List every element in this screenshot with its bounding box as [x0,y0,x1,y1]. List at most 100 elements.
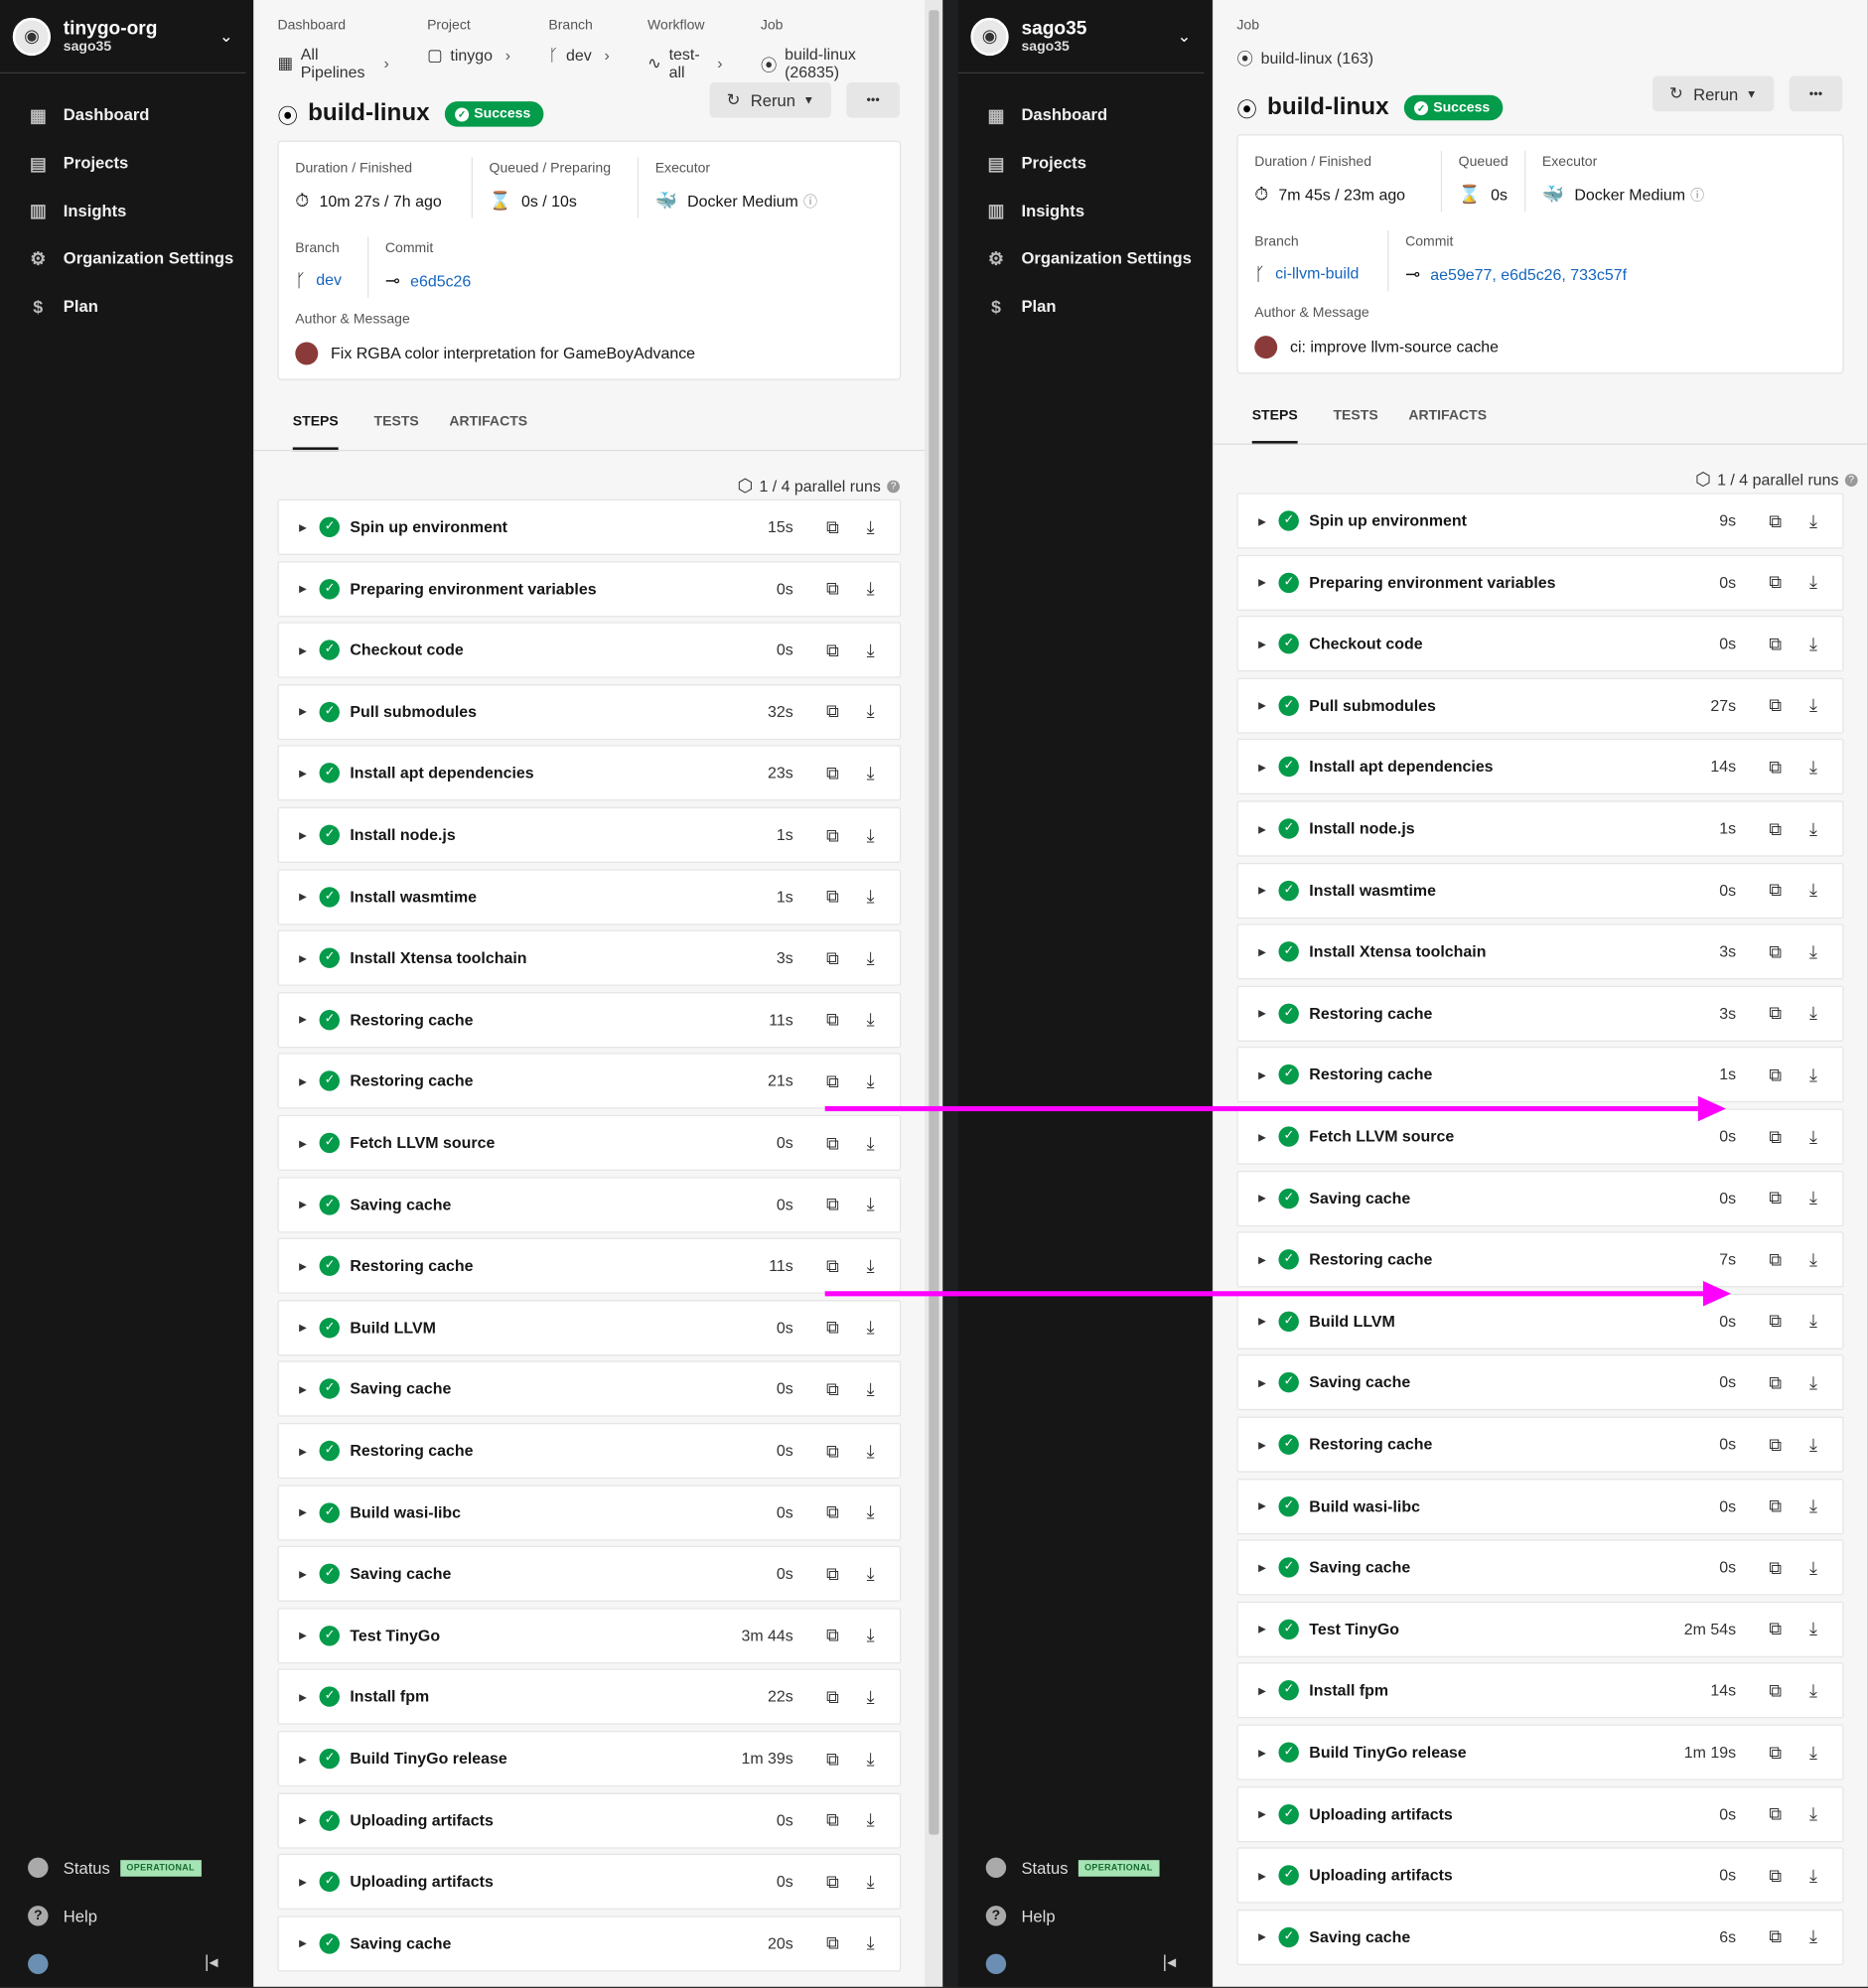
step-row[interactable]: ▶ ✓ Preparing environment variables 0s ⧉ ⤓ [1236,554,1844,611]
expand-caret-icon[interactable]: ▶ [1258,1008,1266,1019]
open-external-icon[interactable]: ⧉ [813,1070,851,1092]
step-row[interactable]: ▶ ✓ Preparing environment variables 0s ⧉ ⤓ [277,560,902,617]
expand-caret-icon[interactable]: ▶ [299,1137,307,1148]
open-external-icon[interactable]: ⧉ [813,947,851,969]
sidebar-item-insights[interactable]: ▥ Insights [0,187,253,234]
step-row[interactable]: ▶ ✓ Uploading artifacts 0s ⧉ ⤓ [277,1792,902,1849]
download-icon[interactable]: ⤓ [851,1871,889,1893]
step-row[interactable]: ▶ ✓ Pull submodules 27s ⧉ ⤓ [1236,677,1844,734]
expand-caret-icon[interactable]: ▶ [1258,1562,1266,1573]
open-external-icon[interactable]: ⧉ [813,639,851,661]
breadcrumb-item[interactable]: Project ▢ tinygo › [427,18,520,81]
expand-caret-icon[interactable]: ▶ [299,706,307,717]
download-icon[interactable]: ⤓ [1795,1003,1832,1025]
step-row[interactable]: ▶ ✓ Restoring cache 11s ⧉ ⤓ [277,1237,902,1295]
download-icon[interactable]: ⤓ [851,1378,889,1400]
download-icon[interactable]: ⤓ [1795,1434,1832,1456]
step-row[interactable]: ▶ ✓ Restoring cache 0s ⧉ ⤓ [277,1422,902,1480]
download-icon[interactable]: ⤓ [1795,1926,1832,1948]
expand-caret-icon[interactable]: ▶ [299,1937,307,1948]
open-external-icon[interactable]: ⧉ [1757,695,1795,717]
open-external-icon[interactable]: ⧉ [813,1748,851,1770]
expand-caret-icon[interactable]: ▶ [299,1691,307,1702]
step-row[interactable]: ▶ ✓ Install Xtensa toolchain 3s ⧉ ⤓ [277,929,902,986]
step-row[interactable]: ▶ ✓ Build LLVM 0s ⧉ ⤓ [277,1299,902,1356]
step-row[interactable]: ▶ ✓ Checkout code 0s ⧉ ⤓ [277,622,902,678]
status-link[interactable]: Status OPERATIONAL [958,1844,1212,1892]
tab-steps[interactable]: STEPS [292,414,339,452]
expand-caret-icon[interactable]: ▶ [299,1322,307,1333]
open-external-icon[interactable]: ⧉ [813,1501,851,1523]
step-row[interactable]: ▶ ✓ Build TinyGo release 1m 39s ⧉ ⤓ [277,1731,902,1787]
download-icon[interactable]: ⤓ [1795,1495,1832,1517]
open-external-icon[interactable]: ⧉ [813,1871,851,1893]
tab-steps[interactable]: STEPS [1251,408,1298,445]
step-row[interactable]: ▶ ✓ Uploading artifacts 0s ⧉ ⤓ [1236,1785,1844,1842]
chevron-down-icon[interactable]: ⌄ [1178,26,1192,46]
step-row[interactable]: ▶ ✓ Build wasi-libc 0s ⧉ ⤓ [277,1484,902,1541]
step-row[interactable]: ▶ ✓ Checkout code 0s ⧉ ⤓ [1236,616,1844,672]
step-row[interactable]: ▶ ✓ Install wasmtime 1s ⧉ ⤓ [277,868,902,924]
open-external-icon[interactable]: ⧉ [813,1378,851,1400]
info-icon[interactable]: ⓘ [803,191,817,211]
expand-caret-icon[interactable]: ▶ [299,952,307,963]
download-icon[interactable]: ⤓ [1795,818,1832,840]
download-icon[interactable]: ⤓ [851,1009,889,1031]
open-external-icon[interactable]: ⧉ [813,1686,851,1708]
more-options-button[interactable]: ••• [846,81,900,118]
step-row[interactable]: ▶ ✓ Install wasmtime 0s ⧉ ⤓ [1236,862,1844,919]
download-icon[interactable]: ⤓ [1795,1126,1832,1148]
open-external-icon[interactable]: ⧉ [1757,1865,1795,1887]
sidebar-item-projects[interactable]: ▤ Projects [0,139,253,187]
download-icon[interactable]: ⤓ [1795,1372,1832,1394]
step-row[interactable]: ▶ ✓ Restoring cache 3s ⧉ ⤓ [1236,985,1844,1042]
step-row[interactable]: ▶ ✓ Restoring cache 1s ⧉ ⤓ [1236,1047,1844,1103]
step-row[interactable]: ▶ ✓ Install apt dependencies 14s ⧉ ⤓ [1236,739,1844,795]
open-external-icon[interactable]: ⧉ [813,1625,851,1646]
info-icon[interactable]: ⓘ [1690,185,1704,205]
download-icon[interactable]: ⤓ [851,639,889,661]
rerun-button[interactable]: ↻ Rerun ▼ [1652,75,1775,112]
open-external-icon[interactable]: ⧉ [813,1440,851,1462]
sidebar-item-organization-settings[interactable]: ⚙ Organization Settings [0,234,253,282]
download-icon[interactable]: ⤓ [851,763,889,784]
open-external-icon[interactable]: ⧉ [1757,634,1795,655]
expand-caret-icon[interactable]: ▶ [1258,1193,1266,1204]
org-switcher[interactable]: ◉ sago35 sago35 ⌄ [957,0,1205,74]
expand-caret-icon[interactable]: ▶ [299,1630,307,1640]
open-external-icon[interactable]: ⧉ [1757,880,1795,902]
expand-caret-icon[interactable]: ▶ [1258,1747,1266,1758]
step-row[interactable]: ▶ ✓ Saving cache 0s ⧉ ⤓ [1236,1354,1844,1411]
download-icon[interactable]: ⤓ [1795,1188,1832,1209]
expand-caret-icon[interactable]: ▶ [299,768,307,779]
download-icon[interactable]: ⤓ [851,516,889,538]
branch-link[interactable]: dev [316,271,342,289]
download-icon[interactable]: ⤓ [851,1194,889,1215]
expand-caret-icon[interactable]: ▶ [299,891,307,902]
tab-artifacts[interactable]: ARTIFACTS [449,414,527,451]
expand-caret-icon[interactable]: ▶ [1258,1685,1266,1696]
download-icon[interactable]: ⤓ [1795,1065,1832,1086]
download-icon[interactable]: ⤓ [1795,695,1832,717]
download-icon[interactable]: ⤓ [851,1132,889,1154]
step-row[interactable]: ▶ ✓ Install node.js 1s ⧉ ⤓ [277,806,902,863]
expand-caret-icon[interactable]: ▶ [1258,1377,1266,1388]
expand-caret-icon[interactable]: ▶ [1258,1500,1266,1511]
breadcrumb-item[interactable]: Dashboard ▦ All Pipelines › [277,18,399,81]
scrollbar-thumb[interactable] [929,10,939,1835]
open-external-icon[interactable]: ⧉ [1757,1372,1795,1394]
expand-caret-icon[interactable]: ▶ [1258,1808,1266,1819]
open-external-icon[interactable]: ⧉ [1757,1803,1795,1825]
org-switcher[interactable]: ◉ tinygo-org sago35 ⌄ [0,0,246,74]
expand-caret-icon[interactable]: ▶ [299,521,307,532]
open-external-icon[interactable]: ⧉ [1757,1126,1795,1148]
open-external-icon[interactable]: ⧉ [813,1194,851,1215]
open-external-icon[interactable]: ⧉ [1757,941,1795,963]
commit-link[interactable]: e6d5c26 [410,272,471,290]
open-external-icon[interactable]: ⧉ [1757,1249,1795,1271]
step-row[interactable]: ▶ ✓ Saving cache 0s ⧉ ⤓ [277,1545,902,1603]
download-icon[interactable]: ⤓ [851,1317,889,1339]
download-icon[interactable]: ⤓ [851,1932,889,1954]
download-icon[interactable]: ⤓ [851,1501,889,1523]
step-row[interactable]: ▶ ✓ Build LLVM 0s ⧉ ⤓ [1236,1293,1844,1349]
